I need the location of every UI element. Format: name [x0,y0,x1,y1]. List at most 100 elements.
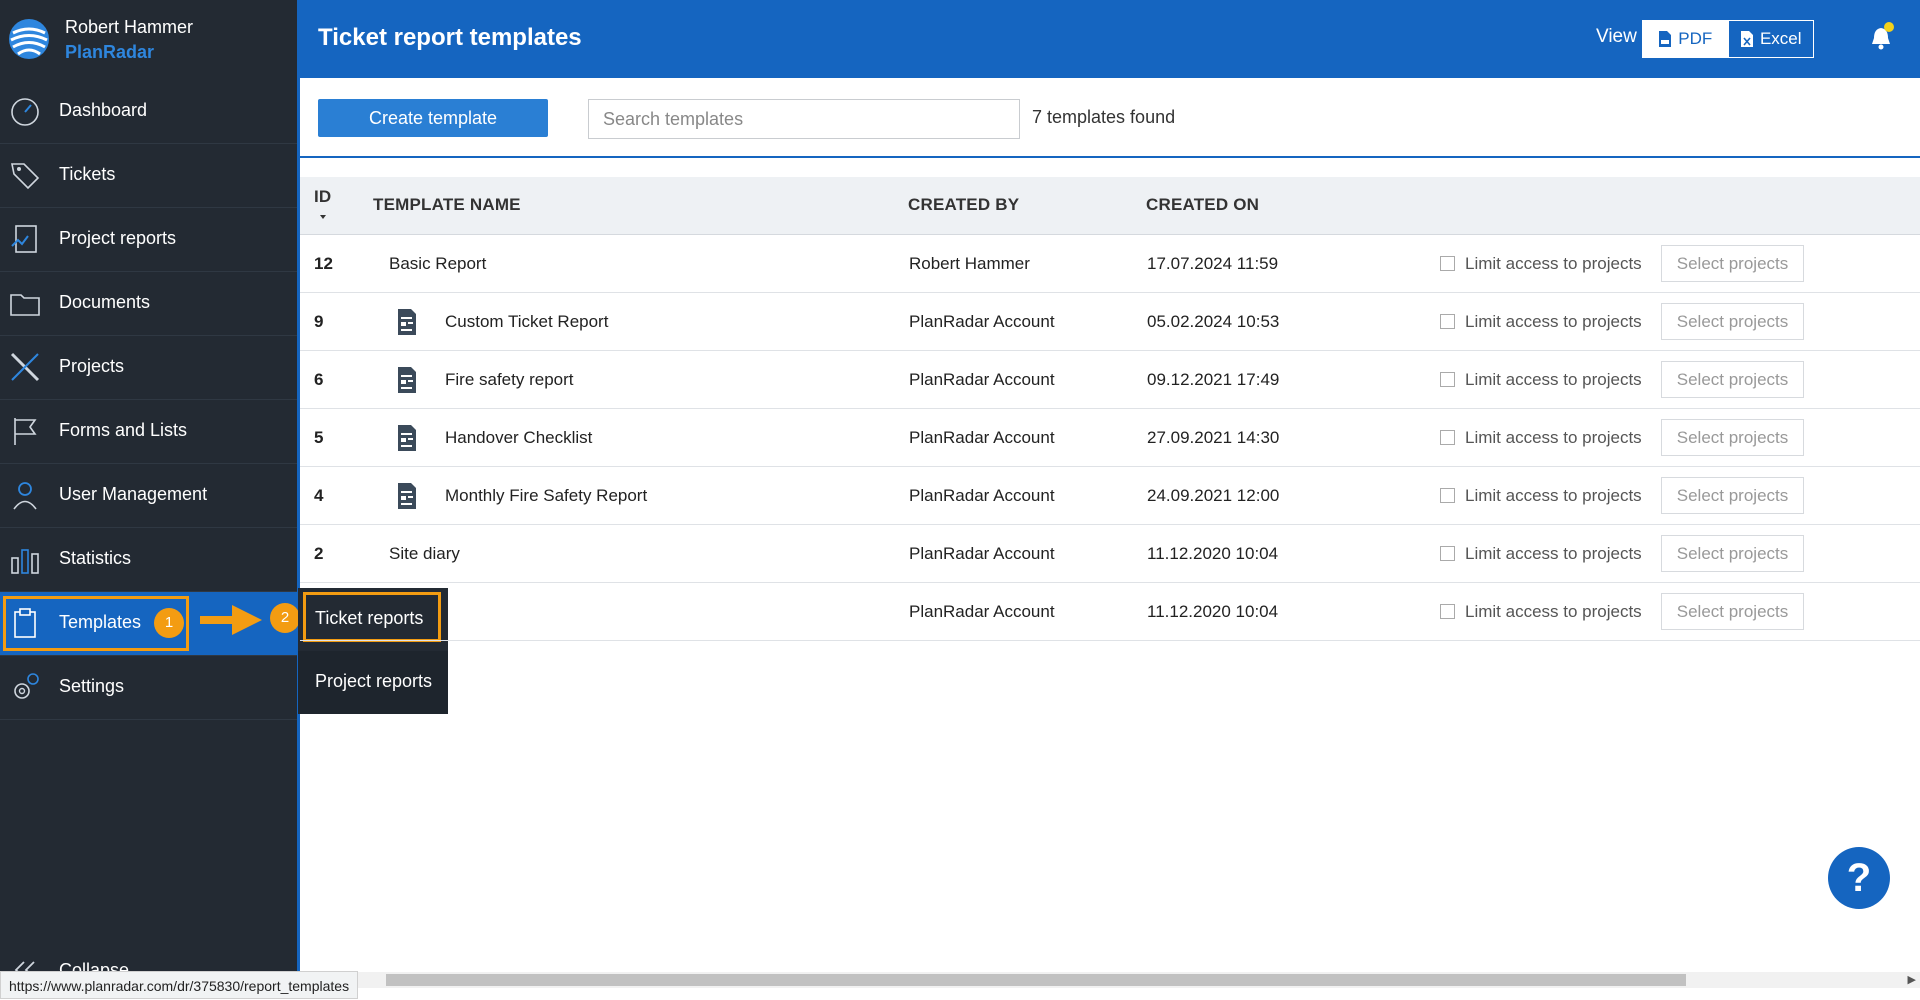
sidebar-item-statistics[interactable]: Statistics [0,528,298,592]
select-projects-button[interactable]: Select projects [1661,245,1804,282]
select-projects-button[interactable]: Select projects [1661,477,1804,514]
step-badge-1: 1 [154,608,184,638]
row-created-by: PlanRadar Account [909,602,1055,621]
limit-access-checkbox[interactable] [1440,488,1455,503]
page-title: Ticket report templates [318,24,582,51]
limit-access-checkbox[interactable] [1440,604,1455,619]
row-template-name[interactable]: Basic Report [389,254,486,274]
page-header: Ticket report templates View PDF Excel [300,0,1920,78]
row-template-name[interactable]: Site diary [389,544,460,564]
help-button[interactable]: ? [1828,847,1890,909]
limit-access-label: Limit access to projects [1465,486,1642,505]
flag-icon [14,418,37,445]
row-id: 2 [314,544,324,563]
excel-label: Excel [1759,29,1802,48]
clipboard-icon [14,608,36,638]
select-projects-button[interactable]: Select projects [1661,535,1804,572]
row-id: 12 [314,254,333,273]
select-projects-button[interactable]: Select projects [1661,303,1804,340]
sort-desc-icon[interactable] [320,215,326,219]
row-id: 5 [314,428,324,447]
table-body: 12 Basic Report Robert Hammer 17.07.2024 11… [300,235,1920,641]
planradar-logo-icon [9,19,49,59]
brand-name: PlanRadar [65,42,155,62]
scrollbar-thumb[interactable] [386,974,1686,986]
limit-access-label: Limit access to projects [1465,544,1642,563]
row-template-name[interactable]: Fire safety report [445,370,574,390]
view-label: View [1596,26,1637,47]
sidebar-item-settings[interactable]: Settings [0,656,298,720]
row-id: 9 [314,312,324,331]
view-excel-button[interactable]: Excel [1727,21,1813,57]
sidebar-item-forms-and-lists[interactable]: Forms and Lists [0,400,298,464]
table-row[interactable]: 2 Site diary PlanRadar Account 11.12.2020 1… [300,525,1920,583]
row-created-by: PlanRadar Account [909,370,1055,389]
table-header: ID TEMPLATE NAME CREATED BY CREATED ON [300,177,1920,235]
user-icon [13,482,37,510]
ruler-pencil-icon [10,352,40,382]
submenu-item-project-reports[interactable]: Project reports [298,651,448,714]
sidebar-item-label: Templates [59,612,142,632]
document-icon [398,309,416,335]
create-template-button[interactable]: Create template [318,99,548,137]
document-icon [398,425,416,451]
table-row[interactable]: 4 Monthly Fire Safety Report PlanRadar Ac… [300,467,1920,525]
column-header-created-on[interactable]: CREATED ON [1146,195,1259,215]
select-projects-button[interactable]: Select projects [1661,593,1804,630]
bar-chart-icon [11,549,39,574]
table-row[interactable]: 12 Basic Report Robert Hammer 17.07.2024 11… [300,235,1920,293]
sidebar-item-documents[interactable]: Documents [0,272,298,336]
row-template-name[interactable]: Custom Ticket Report [445,312,608,332]
speedometer-icon [11,98,39,126]
limit-access-checkbox[interactable] [1440,430,1455,445]
templates-found-count: 7 templates found [1032,107,1176,127]
sidebar-item-label: Settings [59,676,125,696]
column-header-created-by[interactable]: CREATED BY [908,195,1019,215]
sidebar-item-projects[interactable]: Projects [0,336,298,400]
sidebar-item-tickets[interactable]: Tickets [0,144,298,208]
row-template-name[interactable]: Monthly Fire Safety Report [445,486,647,506]
sidebar-item-label: User Management [59,484,208,504]
limit-access-label: Limit access to projects [1465,602,1642,621]
user-block[interactable]: Robert Hammer PlanRadar [0,0,298,78]
select-projects-button[interactable]: Select projects [1661,361,1804,398]
search-input[interactable] [588,99,1020,139]
sidebar-item-dashboard[interactable]: Dashboard [0,80,298,144]
limit-access-label: Limit access to projects [1465,370,1642,389]
row-created-on: 05.02.2024 10:53 [1147,312,1280,331]
table-row[interactable]: 5 Handover Checklist PlanRadar Account 27.… [300,409,1920,467]
table-row[interactable]: PlanRadar Account 11.12.2020 10:04 Limit a… [300,583,1920,641]
table-row[interactable]: 6 Fire safety report PlanRadar Account 09.… [300,351,1920,409]
column-header-id[interactable]: ID [314,187,331,207]
report-icon [11,225,37,253]
row-created-on: 27.09.2021 14:30 [1147,428,1280,447]
notification-dot [1884,22,1894,32]
row-created-on: 09.12.2021 17:49 [1147,370,1280,389]
scroll-right-arrow-icon[interactable]: ▶ [1908,973,1916,986]
submenu-item-label: Project reports [315,671,433,691]
row-template-name[interactable]: Handover Checklist [445,428,592,448]
row-created-on: 11.12.2020 10:04 [1147,602,1279,621]
row-created-by: PlanRadar Account [909,312,1055,331]
limit-access-checkbox[interactable] [1440,372,1455,387]
column-header-template-name[interactable]: TEMPLATE NAME [373,195,521,215]
sidebar-item-label: Documents [59,292,151,312]
sidebar-item-label: Projects [59,356,125,376]
tag-icon [11,163,40,190]
select-projects-button[interactable]: Select projects [1661,419,1804,456]
step-badge-2: 2 [270,603,300,633]
horizontal-scrollbar[interactable]: ▶ [300,972,1920,988]
annotation-arrow-icon [200,605,262,635]
row-created-by: PlanRadar Account [909,544,1055,563]
view-pdf-button[interactable]: PDF [1643,21,1728,57]
limit-access-label: Limit access to projects [1465,312,1642,331]
limit-access-checkbox[interactable] [1440,256,1455,271]
row-created-on: 24.09.2021 12:00 [1147,486,1280,505]
sidebar-item-project-reports[interactable]: Project reports [0,208,298,272]
document-icon [398,367,416,393]
limit-access-checkbox[interactable] [1440,314,1455,329]
table-row[interactable]: 9 Custom Ticket Report PlanRadar Account 0… [300,293,1920,351]
sidebar-item-user-management[interactable]: User Management [0,464,298,528]
limit-access-checkbox[interactable] [1440,546,1455,561]
row-id: 4 [314,486,324,505]
